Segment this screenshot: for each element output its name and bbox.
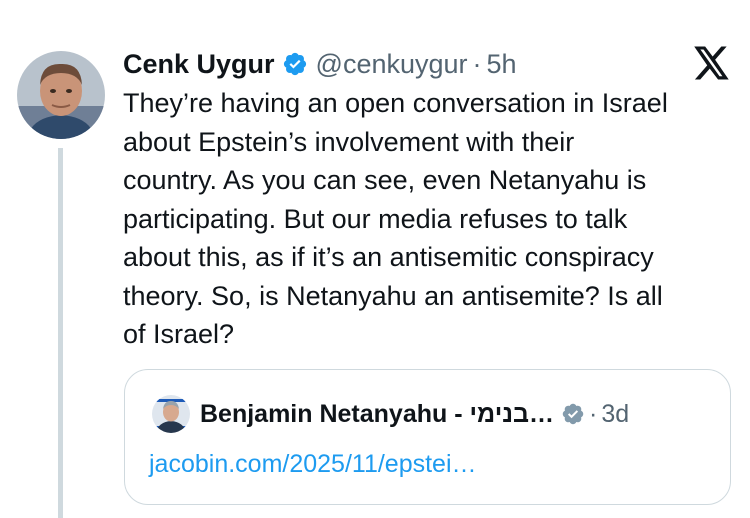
author-name[interactable]: Cenk Uygur	[123, 49, 275, 80]
author-handle[interactable]: @cenkuygur	[316, 49, 468, 80]
verified-badge-icon[interactable]	[282, 51, 308, 77]
quoted-tweet-link[interactable]: jacobin.com/2025/11/epstei…	[149, 450, 477, 479]
x-logo-icon[interactable]	[694, 46, 730, 80]
quoted-header-separator: ·	[589, 399, 598, 428]
quoted-tweet-header: Benjamin Netanyahu - בנימי… · 3d	[200, 397, 629, 431]
quoted-author-name[interactable]: Benjamin Netanyahu - בנימי…	[200, 400, 554, 429]
verified-gray-badge-icon[interactable]	[561, 402, 585, 426]
header-separator: ·	[472, 48, 482, 79]
tweet-header: Cenk Uygur @cenkuygur · 5h	[123, 44, 517, 84]
thread-connector-line	[58, 148, 63, 518]
tweet-body-text: They’re having an open conversation in I…	[123, 88, 668, 349]
author-avatar[interactable]	[17, 51, 105, 139]
quoted-author-avatar[interactable]	[152, 395, 190, 433]
tweet-timestamp[interactable]: 5h	[487, 49, 517, 80]
quoted-tweet-card[interactable]: Benjamin Netanyahu - בנימי… · 3d jacobin…	[124, 369, 731, 505]
quoted-tweet-timestamp[interactable]: 3d	[601, 400, 629, 429]
